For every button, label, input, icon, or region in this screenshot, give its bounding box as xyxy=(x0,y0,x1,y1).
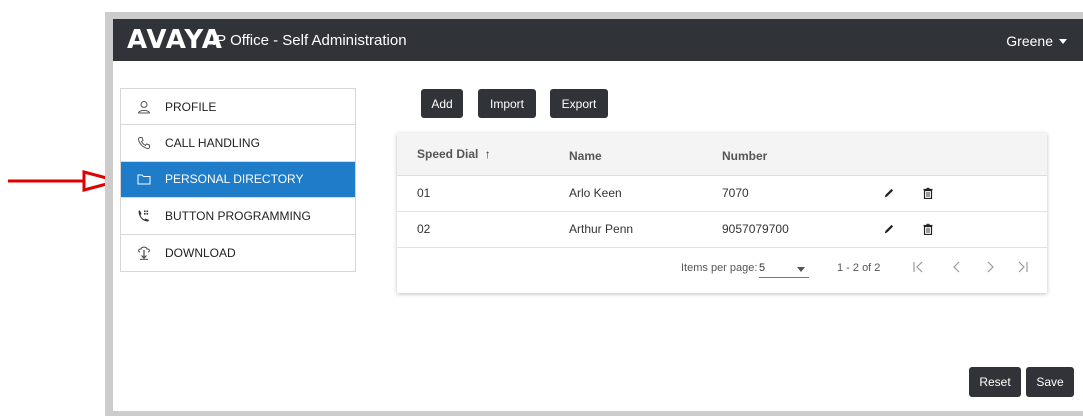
first-page-icon[interactable] xyxy=(912,260,926,277)
folder-icon xyxy=(137,172,151,186)
save-button[interactable]: Save xyxy=(1026,367,1074,397)
sidebar-item-button-programming[interactable]: BUTTON PROGRAMMING xyxy=(121,198,355,235)
table-row: 02 Arthur Penn 9057079700 xyxy=(397,211,1047,248)
phone-icon xyxy=(137,136,151,150)
avaya-logo: AVAYA xyxy=(127,25,223,55)
trash-icon[interactable] xyxy=(922,186,934,204)
export-button[interactable]: Export xyxy=(550,89,608,118)
sidebar-item-label: BUTTON PROGRAMMING xyxy=(165,208,311,223)
app-title: IP Office - Self Administration xyxy=(212,32,407,49)
name-cell: Arlo Keen xyxy=(569,186,622,200)
person-icon xyxy=(137,100,151,114)
table-header: Speed Dial ↑ Name Number xyxy=(397,133,1047,176)
table-row: 01 Arlo Keen 7070 xyxy=(397,175,1047,212)
items-per-page-label: Items per page: xyxy=(681,262,758,274)
next-page-icon[interactable] xyxy=(983,260,997,277)
import-button[interactable]: Import xyxy=(478,89,536,118)
sidebar-item-profile[interactable]: PROFILE xyxy=(121,89,355,126)
add-button[interactable]: Add xyxy=(421,89,463,118)
phone-keypad-icon xyxy=(137,209,151,223)
speed-dial-column-header[interactable]: Speed Dial ↑ xyxy=(417,146,491,162)
paginator: Items per page: 5 1 - 2 of 2 xyxy=(397,247,1047,293)
sort-arrow-icon: ↑ xyxy=(484,147,491,161)
user-menu[interactable]: Greene xyxy=(1006,31,1067,51)
sidebar-item-label: PERSONAL DIRECTORY xyxy=(165,172,304,187)
items-per-page-select[interactable]: 5 xyxy=(759,259,809,278)
number-cell: 9057079700 xyxy=(722,222,789,236)
pencil-icon[interactable] xyxy=(883,186,895,204)
top-bar: AVAYA IP Office - Self Administration Gr… xyxy=(113,19,1083,61)
number-cell: 7070 xyxy=(722,186,749,200)
previous-page-icon[interactable] xyxy=(950,260,964,277)
sidebar-item-label: CALL HANDLING xyxy=(165,136,260,151)
app-window: AVAYA IP Office - Self Administration Gr… xyxy=(113,19,1083,411)
sidebar-item-call-handling[interactable]: CALL HANDLING xyxy=(121,125,355,162)
number-column-header: Number xyxy=(722,149,768,163)
trash-icon[interactable] xyxy=(922,222,934,240)
sidebar-item-label: PROFILE xyxy=(165,99,217,114)
user-name: Greene xyxy=(1006,33,1053,49)
sidebar-nav: PROFILE CALL HANDLING PERSONAL DIRECTORY… xyxy=(120,88,356,272)
download-icon xyxy=(137,246,151,260)
directory-table: Speed Dial ↑ Name Number 01 Arlo Keen 70… xyxy=(397,133,1047,293)
pencil-icon[interactable] xyxy=(883,222,895,240)
dropdown-arrow-icon xyxy=(797,267,805,272)
name-cell: Arthur Penn xyxy=(569,222,634,236)
last-page-icon[interactable] xyxy=(1015,260,1029,277)
speed-dial-cell: 01 xyxy=(417,186,431,200)
sidebar-item-label: DOWNLOAD xyxy=(165,245,236,260)
sidebar-item-personal-directory[interactable]: PERSONAL DIRECTORY xyxy=(121,161,355,199)
speed-dial-cell: 02 xyxy=(417,222,431,236)
sidebar-item-download[interactable]: DOWNLOAD xyxy=(121,235,355,271)
annotation-arrow-icon xyxy=(8,170,120,192)
range-label: 1 - 2 of 2 xyxy=(837,262,881,274)
name-column-header: Name xyxy=(569,149,602,163)
reset-button[interactable]: Reset xyxy=(969,367,1021,397)
caret-down-icon xyxy=(1059,38,1067,44)
items-per-page-value: 5 xyxy=(759,262,766,274)
